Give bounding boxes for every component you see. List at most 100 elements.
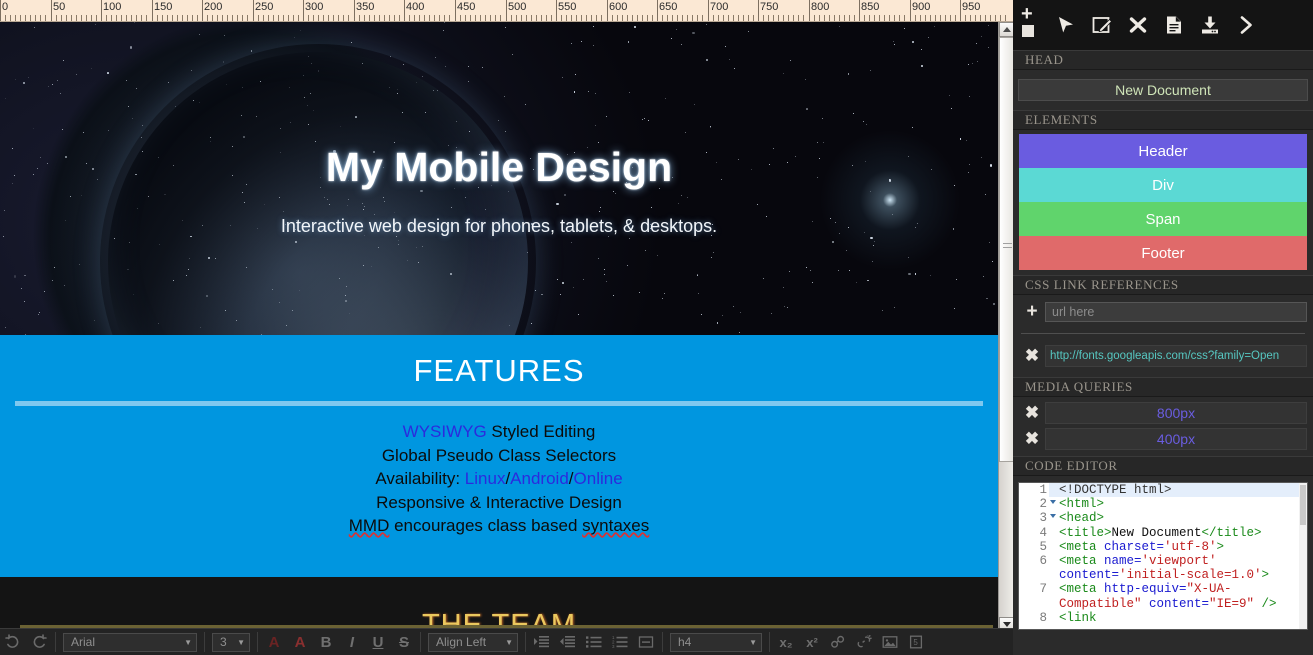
code-text[interactable]: <html> xyxy=(1049,497,1307,511)
css-url-input[interactable]: url here xyxy=(1045,302,1307,322)
code-token: <html> xyxy=(1059,497,1105,512)
fold-arrow-icon[interactable] xyxy=(1050,500,1056,505)
html5-icon[interactable]: 5 xyxy=(903,631,929,654)
canvas-vertical-scrollbar[interactable] xyxy=(998,22,1014,632)
design-canvas[interactable]: My Mobile Design Interactive web design … xyxy=(0,22,998,628)
ruler-label: 350 xyxy=(356,1,375,13)
unlink-icon[interactable] xyxy=(851,631,877,654)
expand-chevron-icon[interactable] xyxy=(1229,8,1263,42)
code-editor[interactable]: 1 <!DOCTYPE html> 2 <html> 3 <head> 4 <title>Ne… xyxy=(1018,482,1308,630)
ruler-tick-minor xyxy=(743,15,744,21)
remove-media-query-icon[interactable]: ✖ xyxy=(1019,429,1045,449)
new-document-icon[interactable] xyxy=(1157,8,1191,42)
block-tag-select[interactable]: h4 ▼ xyxy=(670,632,762,652)
code-line[interactable]: 2 <html> xyxy=(1019,497,1307,512)
code-line[interactable]: 3 <head> xyxy=(1019,511,1307,526)
code-line[interactable]: 4 <title>New Document</title> xyxy=(1019,525,1307,540)
indent-increase-icon[interactable] xyxy=(529,631,555,654)
code-text[interactable]: <link xyxy=(1049,611,1307,625)
features-block[interactable]: FEATURES WYSIWYG Styled Editing Global Ps… xyxy=(0,335,998,577)
text-color-button[interactable]: A xyxy=(261,631,287,654)
italic-button[interactable]: I xyxy=(339,631,365,654)
save-download-icon[interactable] xyxy=(1193,8,1227,42)
document-title-field[interactable]: New Document xyxy=(1018,79,1308,101)
code-line[interactable]: 1 <!DOCTYPE html> xyxy=(1019,483,1307,498)
code-line[interactable]: 5 <meta charset='utf-8'> xyxy=(1019,539,1307,555)
features-list[interactable]: WYSIWYG Styled Editing Global Pseudo Clas… xyxy=(0,420,998,538)
plus-icon[interactable]: + xyxy=(1019,301,1045,323)
code-editor-scrollbar[interactable] xyxy=(1299,483,1307,629)
superscript-button[interactable]: x² xyxy=(799,631,825,654)
ruler-tick-minor xyxy=(904,15,905,21)
svg-text:3: 3 xyxy=(612,644,615,649)
ruler-tick-minor xyxy=(419,15,420,21)
ruler-tick-minor xyxy=(227,15,228,21)
features-heading[interactable]: FEATURES xyxy=(0,335,998,389)
font-family-select[interactable]: Arial ▼ xyxy=(63,632,197,652)
ruler-tick-minor xyxy=(723,15,724,21)
ruler-tick-minor xyxy=(141,15,142,21)
ruler-label: 750 xyxy=(760,1,779,13)
feature-link[interactable]: Android xyxy=(510,469,569,488)
feature-line[interactable]: WYSIWYG Styled Editing xyxy=(0,420,998,444)
add-element-icon[interactable]: + xyxy=(1019,3,1045,47)
image-icon[interactable] xyxy=(877,631,903,654)
feature-link[interactable]: Online xyxy=(574,469,623,488)
ruler-tick-minor xyxy=(803,15,804,21)
feature-line[interactable]: Availability: Linux/Android/Online xyxy=(0,467,998,491)
subscript-button[interactable]: x₂ xyxy=(773,631,799,654)
scrollbar-thumb[interactable] xyxy=(999,37,1014,462)
undo-icon[interactable] xyxy=(0,631,26,654)
indent-decrease-icon[interactable] xyxy=(555,631,581,654)
unordered-list-icon[interactable] xyxy=(581,631,607,654)
horizontal-ruler[interactable]: 0 50 100 150 200 250 300 350 400 450 500 550 600 650 7… xyxy=(0,0,1013,22)
horizontal-rule-icon[interactable] xyxy=(633,631,659,654)
scroll-up-button[interactable] xyxy=(999,22,1014,37)
media-query-value[interactable]: 800px xyxy=(1045,402,1307,424)
link-icon[interactable] xyxy=(825,631,851,654)
team-block[interactable]: THE TEAM xyxy=(0,577,998,628)
code-line[interactable]: 8 <link xyxy=(1019,610,1307,626)
feature-link[interactable]: Linux xyxy=(465,469,506,488)
ruler-label: 450 xyxy=(457,1,476,13)
bold-button[interactable]: B xyxy=(313,631,339,654)
ordered-list-icon[interactable]: 123 xyxy=(607,631,633,654)
underline-button[interactable]: U xyxy=(365,631,391,654)
select-pointer-icon[interactable] xyxy=(1049,8,1083,42)
edit-pencil-icon[interactable] xyxy=(1085,8,1119,42)
fold-arrow-icon[interactable] xyxy=(1050,514,1056,519)
delete-close-icon[interactable] xyxy=(1121,8,1155,42)
hero-subtitle[interactable]: Interactive web design for phones, table… xyxy=(281,216,717,237)
font-size-select[interactable]: 3 ▼ xyxy=(212,632,250,652)
redo-icon[interactable] xyxy=(26,631,52,654)
ruler-tick-minor xyxy=(586,15,587,21)
code-text[interactable]: <meta name='viewport' content='initial-s… xyxy=(1049,554,1307,582)
strikethrough-button[interactable]: S xyxy=(391,631,417,654)
ruler-tick-minor xyxy=(985,15,986,21)
code-line[interactable]: 7 <meta http-equiv="X-UA-Compatible" cont… xyxy=(1019,582,1307,611)
code-text[interactable]: <meta http-equiv="X-UA-Compatible" conte… xyxy=(1049,582,1307,610)
css-link-url[interactable]: http://fonts.googleapis.com/css?family=O… xyxy=(1045,345,1307,367)
code-text[interactable]: <!DOCTYPE html> xyxy=(1049,483,1307,498)
code-line[interactable]: 6 <meta name='viewport' content='initial-… xyxy=(1019,554,1307,583)
highlight-color-button[interactable]: A xyxy=(287,631,313,654)
team-heading[interactable]: THE TEAM xyxy=(0,577,998,628)
feature-line[interactable]: Responsive & Interactive Design xyxy=(0,491,998,515)
feature-line[interactable]: Global Pseudo Class Selectors xyxy=(0,444,998,468)
text-align-select[interactable]: Align Left ▼ xyxy=(428,632,518,652)
element-item-header[interactable]: Header xyxy=(1019,134,1307,168)
ruler-tick-minor xyxy=(212,15,213,21)
code-text[interactable]: <title>New Document</title> xyxy=(1049,526,1307,540)
remove-media-query-icon[interactable]: ✖ xyxy=(1019,403,1045,423)
feature-line[interactable]: MMD encourages class based syntaxes xyxy=(0,514,998,538)
code-text[interactable]: <meta charset='utf-8'> xyxy=(1049,540,1307,554)
hero-title[interactable]: My Mobile Design xyxy=(326,144,672,191)
hero-header-block[interactable]: My Mobile Design Interactive web design … xyxy=(0,22,998,335)
element-item-div[interactable]: Div xyxy=(1019,168,1307,202)
code-text[interactable]: <head> xyxy=(1049,511,1307,525)
remove-css-link-icon[interactable]: ✖ xyxy=(1019,346,1045,366)
element-item-span[interactable]: Span xyxy=(1019,202,1307,236)
element-item-footer[interactable]: Footer xyxy=(1019,236,1307,270)
feature-link[interactable]: WYSIWYG xyxy=(403,422,487,441)
media-query-value[interactable]: 400px xyxy=(1045,428,1307,450)
